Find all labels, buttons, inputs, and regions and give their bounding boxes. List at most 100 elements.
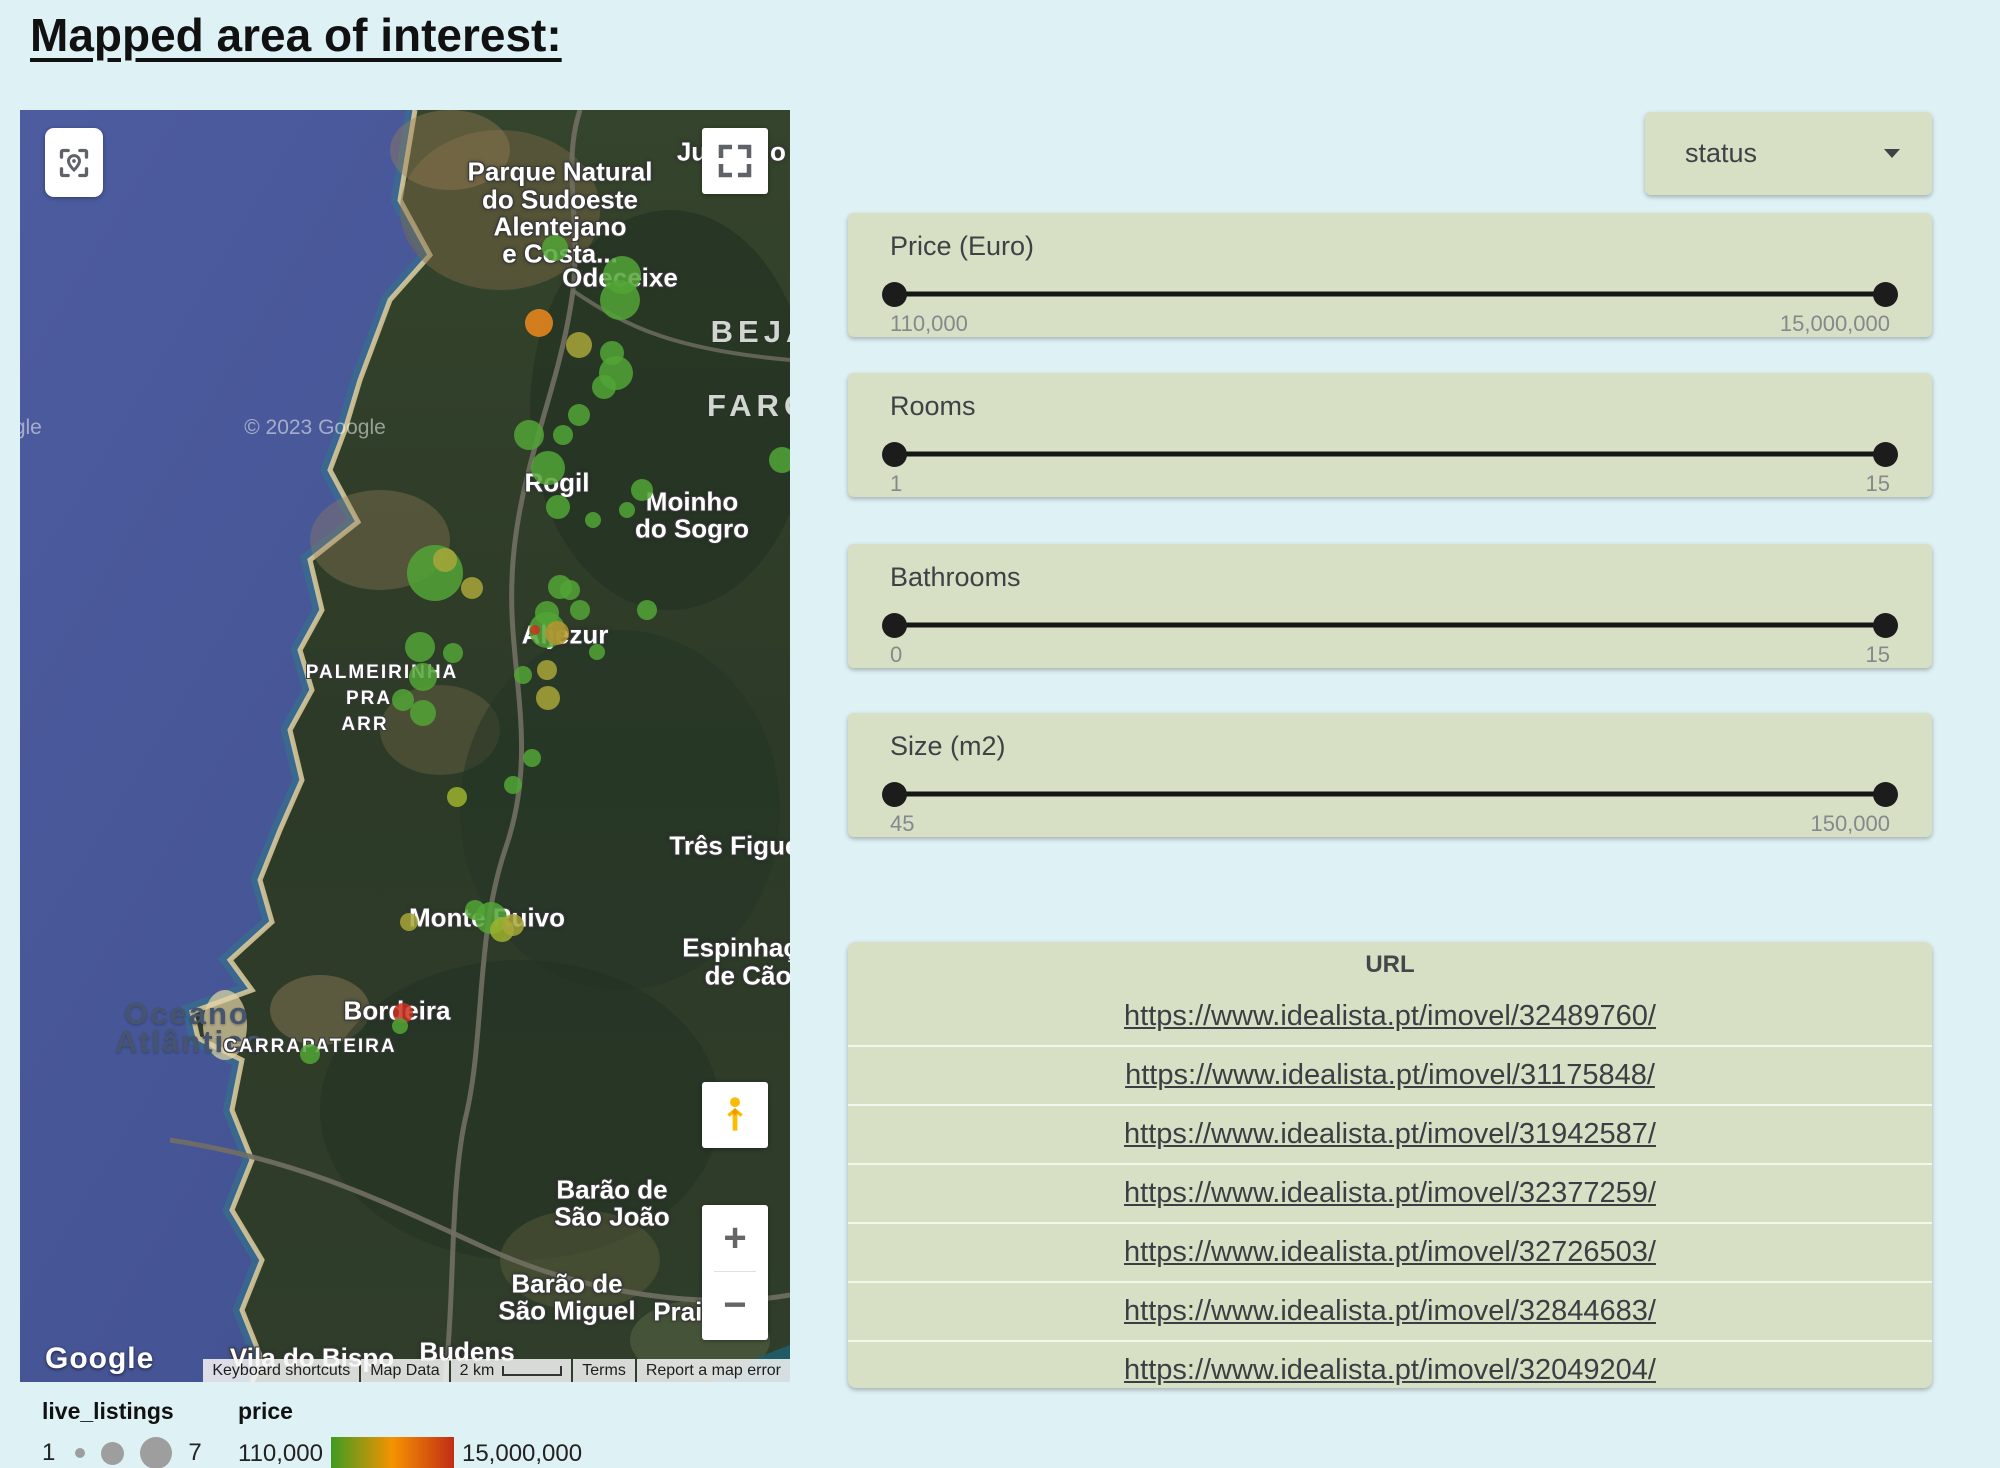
legend-price: price 110,000 15,000,000 [238,1398,582,1468]
legend-size-max: 7 [188,1439,201,1467]
legend-price-title: price [238,1398,582,1425]
listing-dot[interactable] [637,600,657,620]
status-dropdown[interactable]: status [1645,112,1932,195]
range-slider[interactable] [894,613,1886,637]
listing-dot[interactable] [546,495,570,519]
listing-dot[interactable] [531,451,565,485]
listing-url-link[interactable]: https://www.idealista.pt/imovel/32489760… [1124,1000,1656,1033]
slider-min-label: 1 [890,471,902,497]
listing-dot[interactable] [514,420,544,450]
listing-dot[interactable] [447,787,467,807]
listings-url-table: URL https://www.idealista.pt/imovel/3248… [848,942,1932,1388]
price-gradient-bar [331,1437,454,1468]
street-view-pegman-button[interactable] [702,1082,768,1148]
listing-dot[interactable] [769,447,790,473]
listing-url-link[interactable]: https://www.idealista.pt/imovel/31175848… [1125,1059,1655,1092]
report-map-error-link[interactable]: Report a map error [637,1359,790,1382]
legend-size-min: 1 [42,1439,55,1467]
slider-handle-min[interactable] [882,282,907,307]
slider-title: Price (Euro) [848,213,1932,262]
slider-title: Rooms [848,373,1932,422]
listing-dot[interactable] [592,375,616,399]
listing-dot[interactable] [600,280,640,320]
listing-dot[interactable] [400,913,418,931]
slider-range-labels: 0 15 [890,642,1890,668]
terms-link[interactable]: Terms [573,1359,635,1382]
keyboard-shortcuts-link[interactable]: Keyboard shortcuts [203,1359,359,1382]
slider-title: Size (m2) [848,713,1932,762]
slider-max-label: 15 [1866,471,1890,497]
slider-handle-max[interactable] [1873,282,1898,307]
listing-dot[interactable] [502,914,524,936]
listing-url-link[interactable]: https://www.idealista.pt/imovel/32726503… [1124,1236,1656,1269]
listing-url-link[interactable]: https://www.idealista.pt/imovel/32049204… [1124,1354,1656,1387]
slider-track[interactable] [894,792,1886,797]
listing-dot[interactable] [530,625,540,635]
listing-dot[interactable] [542,235,568,261]
slider-track[interactable] [894,452,1886,457]
listing-url-link[interactable]: https://www.idealista.pt/imovel/31942587… [1124,1118,1656,1151]
map-attribution-bar: Keyboard shortcuts Map Data 2 km Terms R… [201,1359,790,1382]
slider-min-label: 45 [890,811,914,837]
listing-dot[interactable] [537,660,557,680]
slider-range-labels: 1 15 [890,471,1890,497]
range-slider[interactable] [894,282,1886,306]
listing-dot[interactable] [300,1044,320,1064]
zoom-out-button[interactable]: − [702,1272,768,1338]
map-scale-label: 2 km [460,1362,495,1380]
listing-dot[interactable] [410,700,436,726]
slider-track[interactable] [894,292,1886,297]
listing-dot[interactable] [585,512,601,528]
fullscreen-button[interactable] [702,128,768,194]
legend-price-min: 110,000 [238,1440,323,1468]
listing-dot[interactable] [405,632,435,662]
listing-dot[interactable] [409,663,437,691]
listing-dot[interactable] [568,404,590,426]
listing-dot[interactable] [536,686,560,710]
listing-dot[interactable] [504,776,522,794]
table-row: https://www.idealista.pt/imovel/31942587… [848,1104,1932,1163]
listing-dot[interactable] [514,666,532,684]
slider-range-labels: 110,000 15,000,000 [890,311,1890,337]
listing-dot[interactable] [553,425,573,445]
zoom-in-button[interactable]: + [702,1205,768,1271]
listing-url-link[interactable]: https://www.idealista.pt/imovel/32844683… [1124,1295,1656,1328]
listing-dot[interactable] [443,643,463,663]
listing-dot[interactable] [619,502,635,518]
listing-dot[interactable] [433,548,457,572]
slider-handle-min[interactable] [882,442,907,467]
map-dots-layer [20,110,790,1382]
filter-slider-card: Price (Euro) 110,000 15,000,000 [848,213,1932,337]
legend-size-title: live_listings [42,1398,202,1425]
listing-dot[interactable] [560,580,580,600]
slider-handle-min[interactable] [882,782,907,807]
slider-handle-min[interactable] [882,613,907,638]
listing-dot[interactable] [523,749,541,767]
fullscreen-icon [714,140,756,182]
chevron-down-icon [1884,149,1900,158]
slider-max-label: 150,000 [1810,811,1890,837]
listing-dot[interactable] [525,309,553,337]
slider-max-label: 15 [1866,642,1890,668]
pan-to-area-button[interactable] [45,128,103,197]
map-data-link[interactable]: Map Data [361,1359,448,1382]
listing-url-link[interactable]: https://www.idealista.pt/imovel/32377259… [1124,1177,1656,1210]
listing-dot[interactable] [631,479,653,501]
slider-handle-max[interactable] [1873,782,1898,807]
slider-track[interactable] [894,623,1886,628]
range-slider[interactable] [894,442,1886,466]
range-slider[interactable] [894,782,1886,806]
listing-dot[interactable] [589,644,605,660]
listing-dot[interactable] [570,600,590,620]
slider-handle-max[interactable] [1873,613,1898,638]
table-row: https://www.idealista.pt/imovel/32726503… [848,1222,1932,1281]
listing-dot[interactable] [566,332,592,358]
map-canvas[interactable]: Parque Naturaldo SudoesteAlentejanoe Cos… [20,110,790,1382]
listing-dot[interactable] [461,577,483,599]
status-dropdown-label: status [1685,138,1757,169]
listing-dot[interactable] [392,1018,408,1034]
listing-dot[interactable] [545,621,569,645]
zoom-control[interactable]: + − [702,1205,768,1340]
slider-handle-max[interactable] [1873,442,1898,467]
app-page: Mapped area of interest: [0,0,2000,1468]
